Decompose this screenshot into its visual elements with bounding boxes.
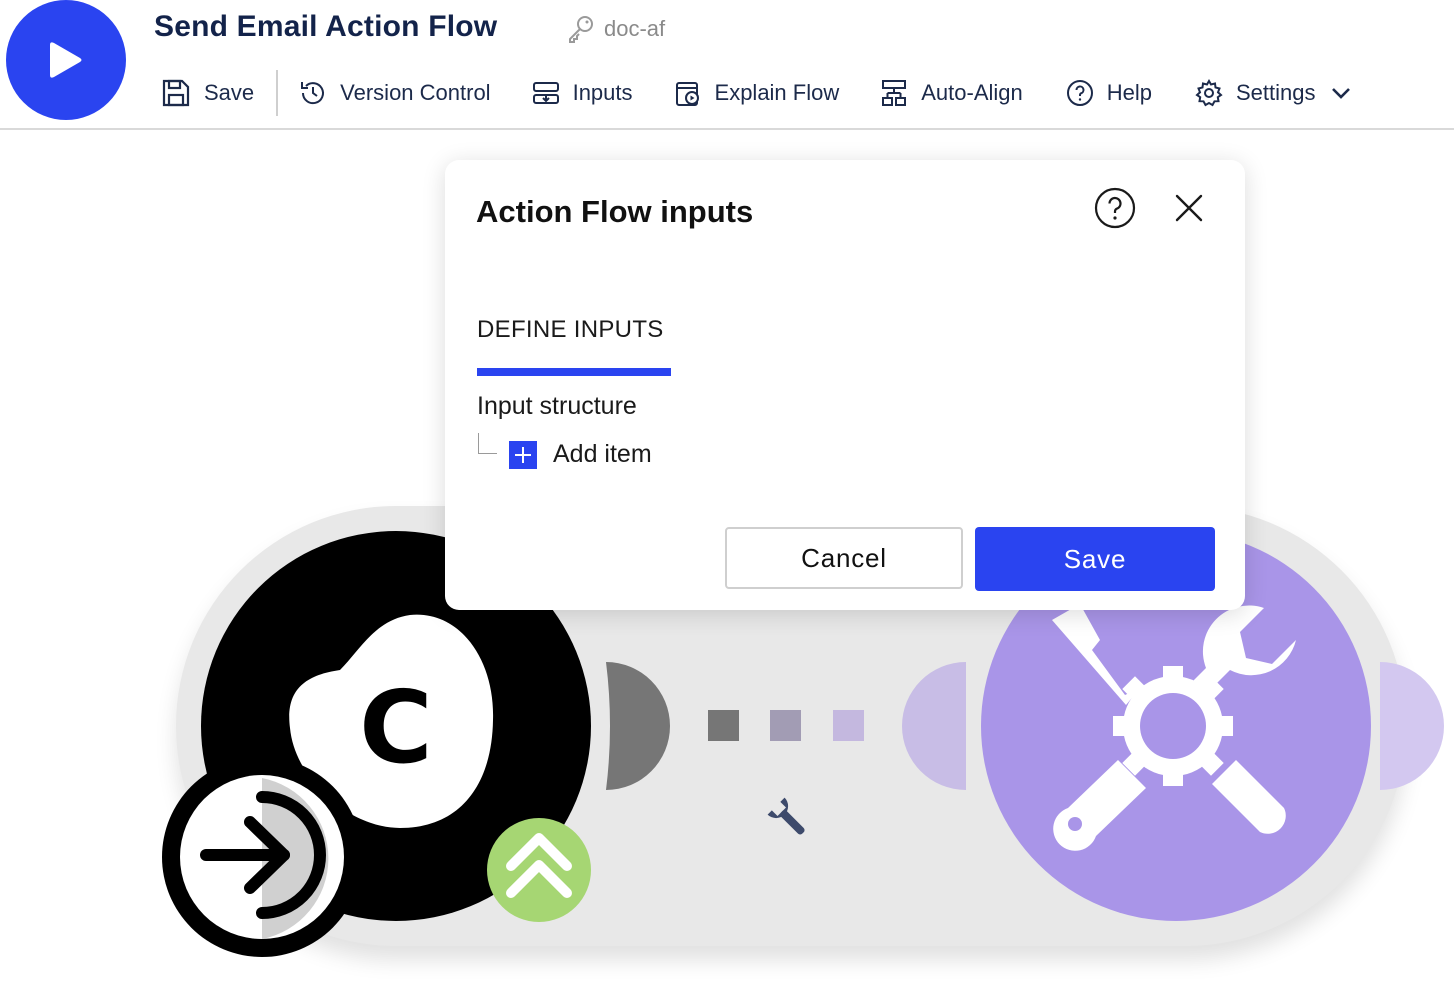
save-icon (162, 79, 190, 107)
connection-dot (770, 710, 801, 741)
connection-dot (708, 710, 739, 741)
plus-icon (509, 440, 537, 469)
version-control-button[interactable]: Version Control (298, 78, 491, 108)
gear-icon (1195, 78, 1223, 107)
top-header: Send Email Action Flow doc-af Save Versi… (0, 0, 1454, 130)
flow-title: Send Email Action Flow (154, 10, 498, 43)
wrench-icon[interactable] (767, 797, 812, 842)
close-icon (1175, 194, 1203, 222)
action-flow-inputs-panel: Action Flow inputs DEFINE INPUTS Input s… (445, 160, 1245, 610)
help-toolbar-label: Help (1106, 80, 1152, 105)
save-toolbar-label: Save (204, 80, 255, 105)
settings-label: Settings (1236, 80, 1316, 105)
settings-button[interactable]: Settings (1194, 78, 1352, 108)
add-item-label: Add item (553, 440, 652, 468)
tree-connector (478, 433, 497, 454)
save-toolbar-button[interactable]: Save (160, 77, 254, 109)
chevron-down-icon (1331, 88, 1350, 99)
trigger-badge[interactable] (162, 757, 362, 957)
inputs-icon (532, 82, 559, 104)
version-control-label: Version Control (340, 80, 491, 105)
run-flow-button[interactable] (6, 0, 126, 120)
auto-align-label: Auto-Align (921, 80, 1023, 105)
explain-flow-icon (675, 82, 699, 106)
question-circle-icon (1066, 80, 1093, 106)
question-circle-icon (1094, 187, 1136, 229)
explain-flow-button[interactable]: Explain Flow (673, 78, 840, 108)
tab-define-inputs[interactable]: DEFINE INPUTS (477, 316, 664, 344)
tools-output-connector[interactable] (1380, 662, 1444, 790)
explain-flow-label: Explain Flow (714, 80, 840, 105)
history-icon (301, 82, 325, 105)
toolbar-divider (276, 70, 279, 116)
key-icon (569, 16, 593, 43)
inputs-label: Inputs (572, 80, 633, 105)
save-button[interactable]: Save (975, 527, 1215, 591)
panel-help-button[interactable] (1094, 187, 1136, 234)
panel-pointer (580, 142, 616, 160)
help-toolbar-button[interactable]: Help (1065, 78, 1152, 108)
input-structure-label: Input structure (477, 392, 637, 420)
panel-close-button[interactable] (1173, 192, 1205, 229)
active-tab-indicator (477, 368, 671, 376)
add-item-button[interactable]: Add item (509, 440, 652, 469)
connection-dot (833, 710, 864, 741)
auto-align-button[interactable]: Auto-Align (879, 78, 1023, 108)
inputs-button[interactable]: Inputs (531, 78, 633, 108)
double-chevron-up-icon[interactable] (487, 818, 591, 922)
module-letter: C (359, 669, 432, 786)
play-icon (50, 42, 82, 78)
source-output-connector[interactable] (606, 662, 670, 790)
cancel-button[interactable]: Cancel (725, 527, 963, 589)
auto-align-icon (882, 80, 907, 106)
flow-key-label: doc-af (604, 16, 666, 41)
flow-key: doc-af (566, 14, 665, 44)
tools-input-connector[interactable] (902, 662, 966, 790)
toolbar: Save Version Control Inputs Explain Flow… (160, 70, 1352, 116)
panel-title: Action Flow inputs (476, 194, 754, 229)
